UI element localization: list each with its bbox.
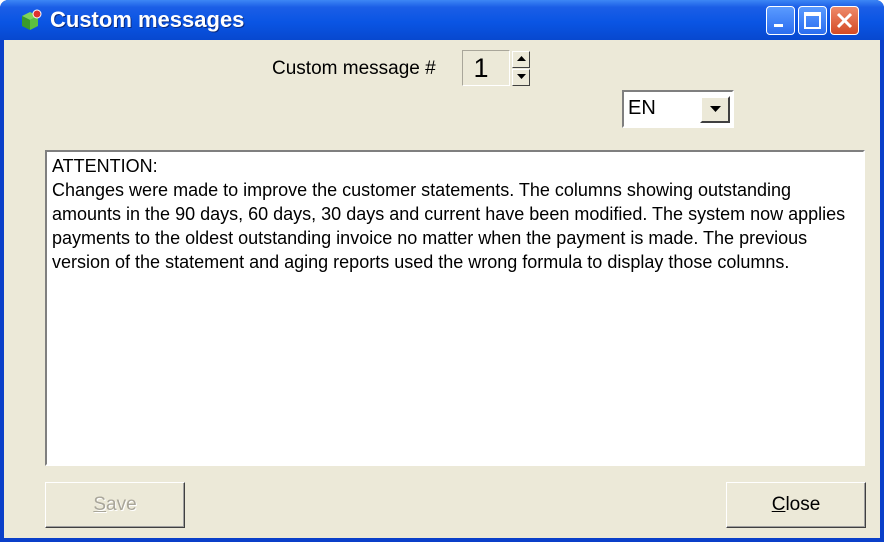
title-bar[interactable]: Custom messages — [0, 0, 884, 40]
save-button[interactable]: Save — [45, 482, 185, 528]
save-label-rest: ave — [106, 494, 137, 515]
custom-message-number-label: Custom message # — [272, 58, 436, 79]
save-mnemonic: S — [93, 494, 107, 515]
close-label-rest: lose — [785, 494, 821, 515]
arrow-up-icon — [517, 56, 526, 61]
language-dropdown-button[interactable] — [700, 96, 730, 123]
spin-down-button[interactable] — [512, 69, 530, 86]
close-button[interactable]: Close — [726, 482, 866, 528]
arrow-down-icon — [517, 74, 526, 79]
minimize-button[interactable] — [766, 6, 795, 35]
close-window-button[interactable] — [830, 6, 859, 35]
app-cube-icon — [22, 9, 42, 30]
close-icon — [836, 12, 853, 29]
maximize-button[interactable] — [798, 6, 827, 35]
language-dropdown[interactable]: EN — [622, 90, 734, 128]
minimize-icon — [774, 24, 783, 27]
message-text-area[interactable]: ATTENTION: Changes were made to improve … — [45, 150, 865, 466]
message-text[interactable]: ATTENTION: Changes were made to improve … — [52, 154, 857, 274]
language-selected-value: EN — [628, 97, 656, 119]
maximize-icon — [804, 12, 821, 29]
window-title: Custom messages — [50, 7, 245, 32]
close-mnemonic: C — [771, 494, 786, 515]
custom-message-number-value[interactable]: 1 — [463, 53, 499, 84]
custom-message-number-field[interactable]: 1 — [462, 50, 510, 86]
spin-up-button[interactable] — [512, 51, 530, 68]
chevron-down-icon — [710, 106, 721, 112]
